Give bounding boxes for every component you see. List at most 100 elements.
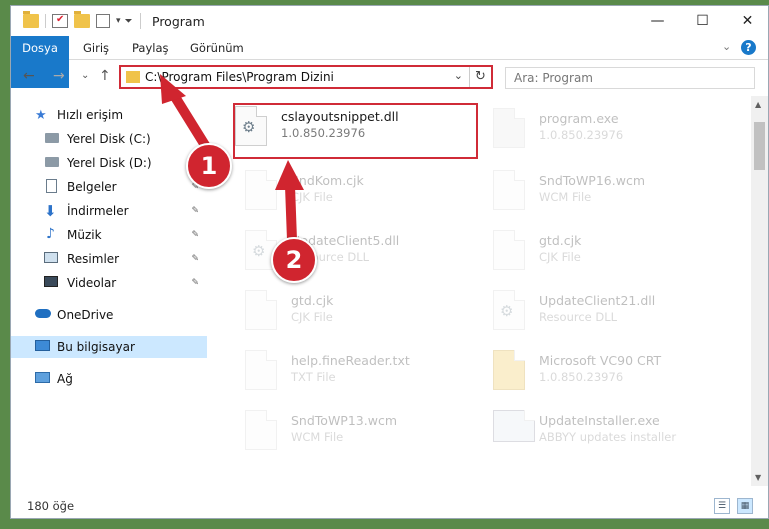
computer-icon <box>35 340 50 351</box>
folder-icon <box>126 71 140 83</box>
file-icon <box>493 230 525 270</box>
file-list: ⚙ cslayoutsnippet.dll 1.0.850.23976 prog… <box>207 96 743 486</box>
sidebar-item-label: OneDrive <box>57 308 114 322</box>
close-button[interactable]: ✕ <box>725 6 769 36</box>
navigation-bar: ← → ⌄ ↑ C:\Program Files\Program Dizini … <box>11 61 768 93</box>
explorer-window: ▾ ⏷ Program — ☐ ✕ Dosya Giriş Paylaş Gör… <box>10 5 769 519</box>
sidebar-item-downloads[interactable]: ⬇ İndirmeler ✎ <box>11 200 207 222</box>
ribbon-collapse-icon[interactable]: ⌄ <box>722 40 731 53</box>
sidebar-item-label: Yerel Disk (D:) <box>67 156 152 170</box>
file-item[interactable]: help.fineReader.txt TXT File <box>245 350 465 402</box>
file-icon <box>245 290 277 330</box>
sidebar-item-disk-d[interactable]: Yerel Disk (D:) <box>11 152 207 174</box>
address-path[interactable]: C:\Program Files\Program Dizini <box>145 70 334 84</box>
file-name: UpdateClient21.dll <box>539 293 656 308</box>
sidebar-item-label: İndirmeler <box>67 204 129 218</box>
file-item[interactable]: SndToWP16.wcm WCM File <box>493 170 723 222</box>
title-bar: ▾ ⏷ Program — ☐ ✕ <box>11 6 768 36</box>
customize-qa-icon[interactable]: ⏷ <box>125 16 133 27</box>
search-placeholder: Ara: Program <box>514 71 593 85</box>
sidebar-item-music[interactable]: ♪ Müzik ✎ <box>11 224 207 246</box>
scroll-down-icon[interactable]: ▼ <box>755 473 761 482</box>
large-icons-view-icon[interactable]: ▦ <box>737 498 753 514</box>
file-type: TXT File <box>291 370 336 384</box>
sidebar-item-disk-c[interactable]: Yerel Disk (C:) <box>11 128 207 150</box>
sidebar-item-label: Müzik <box>67 228 102 242</box>
file-item[interactable]: SndToWP13.wcm WCM File <box>245 410 465 462</box>
step-badge-2: 2 <box>271 237 317 283</box>
file-type: Resource DLL <box>539 310 618 324</box>
properties-check-icon[interactable] <box>52 14 68 28</box>
recent-locations-button[interactable]: ⌄ <box>81 70 89 81</box>
navigation-pane: ★ Hızlı erişim Yerel Disk (C:) Yerel Dis… <box>11 96 207 486</box>
installer-icon <box>493 410 535 442</box>
details-view-icon[interactable]: ☰ <box>714 498 730 514</box>
back-button[interactable]: ← <box>23 68 35 84</box>
sidebar-item-this-pc[interactable]: Bu bilgisayar <box>11 336 207 358</box>
status-bar: 180 öğe ☰ ▦ <box>11 494 768 518</box>
up-button[interactable]: ↑ <box>99 68 111 84</box>
rename-icon[interactable] <box>96 14 110 28</box>
file-item[interactable]: gtd.cjk CJK File <box>493 230 723 282</box>
gear-icon: ⚙ <box>500 302 514 320</box>
tab-home[interactable]: Giriş <box>73 36 119 60</box>
videos-icon <box>44 276 58 287</box>
ribbon-tabs: Dosya Giriş Paylaş Görünüm ⌄ ? <box>11 36 768 88</box>
address-bar[interactable]: C:\Program Files\Program Dizini ⌄ ↻ <box>119 65 493 89</box>
divider <box>45 14 46 28</box>
exe-icon <box>493 108 525 148</box>
maximize-button[interactable]: ☐ <box>680 6 725 36</box>
file-icon <box>245 350 277 390</box>
file-type: CJK File <box>539 250 581 264</box>
pin-icon: ✎ <box>191 278 199 288</box>
address-dropdown-icon[interactable]: ⌄ <box>454 69 463 82</box>
documents-icon <box>46 179 57 193</box>
tab-share[interactable]: Paylaş <box>122 36 179 60</box>
sidebar-item-documents[interactable]: Belgeler ✎ <box>11 176 207 198</box>
window-title: Program <box>152 14 205 29</box>
sidebar-item-videos[interactable]: Videolar ✎ <box>11 272 207 294</box>
pin-icon: ✎ <box>191 206 199 216</box>
sidebar-item-label: Hızlı erişim <box>57 108 124 122</box>
minimize-button[interactable]: — <box>635 6 680 36</box>
file-name: SndToWP16.wcm <box>539 173 645 188</box>
file-type: 1.0.850.23976 <box>539 370 624 384</box>
network-icon <box>35 372 50 383</box>
file-name: help.fineReader.txt <box>291 353 410 368</box>
file-item[interactable]: ⚙ UpdateClient21.dll Resource DLL <box>493 290 723 342</box>
sidebar-item-label: Ağ <box>57 372 73 386</box>
sidebar-item-label: Videolar <box>67 276 117 290</box>
file-item[interactable]: SndKom.cjk CJK File <box>245 170 465 222</box>
sidebar-item-quick-access[interactable]: ★ Hızlı erişim <box>11 104 207 126</box>
sidebar-item-network[interactable]: Ağ <box>11 368 207 390</box>
file-name: SndToWP13.wcm <box>291 413 397 428</box>
help-icon[interactable]: ? <box>741 40 756 55</box>
tab-view[interactable]: Görünüm <box>180 36 254 60</box>
search-input[interactable]: Ara: Program <box>505 67 755 89</box>
qa-dropdown-icon[interactable]: ▾ <box>116 16 121 26</box>
forward-button[interactable]: → <box>53 68 65 84</box>
file-icon <box>245 170 277 210</box>
gear-icon: ⚙ <box>252 242 266 260</box>
pictures-icon <box>44 252 58 263</box>
sidebar-item-onedrive[interactable]: OneDrive <box>11 304 207 326</box>
folder-icon <box>493 350 525 390</box>
folder-icon[interactable] <box>23 11 39 28</box>
file-item[interactable]: program.exe 1.0.850.23976 <box>493 108 723 160</box>
new-folder-icon[interactable] <box>74 11 90 28</box>
file-item[interactable]: gtd.cjk CJK File <box>245 290 465 342</box>
sidebar-item-label: Resimler <box>67 252 120 266</box>
drive-icon <box>45 133 59 143</box>
file-name: gtd.cjk <box>539 233 582 248</box>
file-type: CJK File <box>291 190 333 204</box>
scroll-up-icon[interactable]: ▲ <box>755 100 761 109</box>
sidebar-item-pictures[interactable]: Resimler ✎ <box>11 248 207 270</box>
file-item[interactable]: UpdateInstaller.exe ABBYY updates instal… <box>493 410 723 462</box>
file-type: 1.0.850.23976 <box>539 128 624 142</box>
file-item[interactable]: Microsoft VC90 CRT 1.0.850.23976 <box>493 350 723 402</box>
vertical-scrollbar[interactable]: ▲ ▼ <box>751 96 768 486</box>
refresh-button[interactable]: ↻ <box>469 67 491 87</box>
scroll-thumb[interactable] <box>754 122 765 170</box>
music-icon: ♪ <box>46 226 55 242</box>
item-count: 180 öğe <box>27 499 75 513</box>
